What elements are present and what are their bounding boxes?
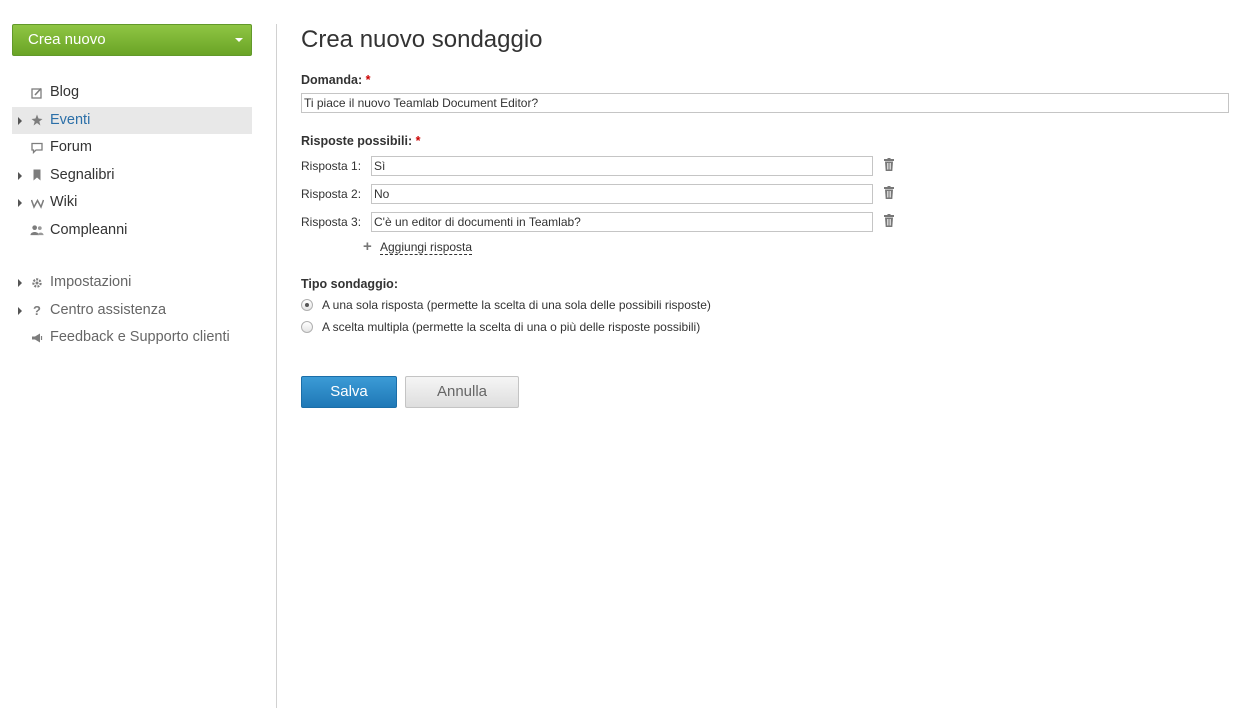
add-answer-label: Aggiungi risposta: [380, 240, 473, 255]
answer-label: Risposta 1:: [301, 159, 362, 173]
required-mark: *: [415, 134, 421, 148]
sidebar-divider: [276, 24, 277, 708]
answer-label: Risposta 3:: [301, 215, 362, 229]
sidebar-item-label: Forum: [50, 139, 92, 156]
cancel-button[interactable]: Annulla: [405, 376, 519, 408]
sidebar-item-label: Compleanni: [50, 221, 128, 238]
trash-icon[interactable]: [884, 186, 894, 199]
sidebar-item-events[interactable]: Eventi: [12, 106, 252, 135]
radio-button[interactable]: [301, 321, 313, 333]
chevron-down-icon[interactable]: [235, 38, 243, 42]
sidebar-item-label: Centro assistenza: [50, 301, 167, 318]
answers-label-text: Risposte possibili:: [301, 134, 413, 148]
megaphone-icon: [30, 324, 44, 351]
sidebar-item-label: Feedback e Supporto clienti: [50, 329, 230, 346]
expand-arrow-icon[interactable]: [18, 199, 22, 208]
sidebar-item-label: Wiki: [50, 194, 78, 211]
required-mark: *: [365, 73, 371, 87]
sidebar-item-feedback[interactable]: Feedback e Supporto clienti: [12, 324, 252, 352]
expand-arrow-icon[interactable]: [18, 306, 22, 315]
sidebar-item-help-center[interactable]: ? Centro assistenza: [12, 297, 252, 325]
gear-icon: [30, 269, 44, 296]
answer-row-2: Risposta 2:: [301, 184, 901, 204]
answer-label: Risposta 2:: [301, 187, 362, 201]
create-new-label: Crea nuovo: [28, 31, 106, 48]
sidebar-item-label: Blog: [50, 84, 80, 100]
answer-row-3: Risposta 3:: [301, 212, 901, 232]
trash-icon[interactable]: [884, 158, 894, 171]
bookmarks-icon: [30, 162, 44, 189]
birthdays-icon: [30, 217, 44, 244]
radio-label: A una sola risposta (permette la scelta …: [322, 298, 711, 312]
expand-arrow-icon[interactable]: [18, 116, 22, 125]
answer-input-1[interactable]: [371, 156, 873, 176]
expand-arrow-icon[interactable]: [18, 171, 22, 180]
blog-icon: [30, 79, 44, 106]
sidebar-item-label: Segnalibri: [50, 166, 115, 183]
radio-button-checked[interactable]: [301, 299, 313, 311]
sidebar-item-wiki[interactable]: Wiki: [12, 189, 252, 217]
trash-icon[interactable]: [884, 214, 894, 227]
forum-icon: [30, 134, 44, 161]
help-icon: ?: [33, 302, 41, 318]
wiki-icon: [30, 189, 44, 216]
sidebar-nav: Blog Eventi Forum Segnalibri Wiki Comple…: [12, 79, 252, 245]
sidebar-item-blog[interactable]: Blog: [12, 79, 252, 107]
create-new-button[interactable]: Crea nuovo: [12, 24, 252, 56]
answer-row-1: Risposta 1:: [301, 156, 901, 176]
sidebar-item-bookmarks[interactable]: Segnalibri: [12, 162, 252, 190]
sidebar-item-label: Impostazioni: [50, 274, 132, 290]
sidebar-item-forum[interactable]: Forum: [12, 134, 252, 162]
question-input[interactable]: [301, 93, 1229, 113]
save-button[interactable]: Salva: [301, 376, 397, 408]
page-title: Crea nuovo sondaggio: [301, 26, 543, 53]
poll-type-label: Tipo sondaggio:: [301, 277, 398, 291]
answers-label: Risposte possibili: *: [301, 134, 421, 148]
radio-label: A scelta multipla (permette la scelta di…: [322, 320, 701, 334]
answer-input-2[interactable]: [371, 184, 873, 204]
sidebar-item-label: Eventi: [50, 111, 91, 128]
sidebar-secondary-nav: Impostazioni ? Centro assistenza Feedbac…: [12, 269, 252, 352]
sidebar: Crea nuovo Blog Eventi Forum Segnalibri …: [0, 0, 276, 708]
events-icon: [30, 107, 44, 134]
question-label: Domanda: *: [301, 73, 370, 87]
plus-icon: +: [363, 238, 372, 255]
answer-input-3[interactable]: [371, 212, 873, 232]
expand-arrow-icon[interactable]: [18, 279, 22, 287]
sidebar-item-settings[interactable]: Impostazioni: [12, 269, 252, 297]
sidebar-item-birthdays[interactable]: Compleanni: [12, 217, 252, 245]
question-label-text: Domanda:: [301, 73, 363, 87]
